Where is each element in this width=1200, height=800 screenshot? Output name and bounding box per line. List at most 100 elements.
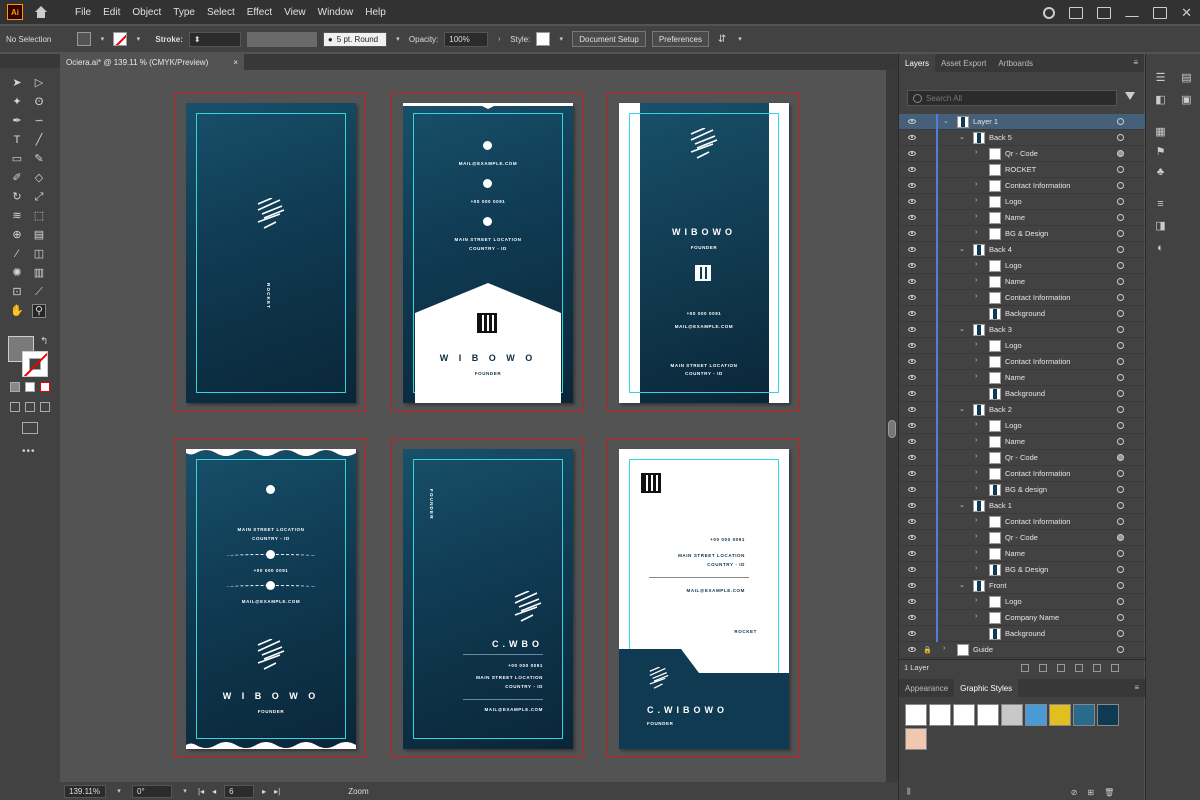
swatches-icon[interactable]: ▣	[1180, 94, 1193, 107]
new-layer-icon[interactable]	[1093, 664, 1101, 672]
target-icon[interactable]	[1117, 518, 1124, 525]
visibility-eye-icon[interactable]	[908, 231, 916, 236]
lock-toggle[interactable]	[923, 498, 933, 514]
style-library-icon[interactable]: ⫼	[907, 787, 911, 797]
layer-row[interactable]: › Company Name	[899, 610, 1145, 626]
screen-mode-icon[interactable]	[22, 422, 38, 434]
chevron-right-icon[interactable]: ›	[975, 373, 977, 380]
scale-tool-icon[interactable]: ⤢	[32, 190, 46, 204]
brush-definition[interactable]: ● 5 pt. Round	[322, 31, 387, 47]
visibility-eye-icon[interactable]	[908, 551, 916, 556]
target-icon[interactable]	[1117, 278, 1124, 285]
target-icon[interactable]	[1117, 534, 1124, 541]
layer-row[interactable]: ⌄ Layer 1	[899, 114, 1145, 130]
target-icon[interactable]	[1117, 118, 1124, 125]
target-icon[interactable]	[1117, 150, 1124, 157]
lock-toggle[interactable]	[923, 402, 933, 418]
chevron-right-icon[interactable]: ›	[975, 229, 977, 236]
artboard-3[interactable]: WIBOWO FOUNDER +00 000 0091 MAIL@EXAMPLE…	[607, 92, 799, 412]
target-icon[interactable]	[1117, 166, 1124, 173]
menu-window[interactable]: Window	[312, 7, 360, 18]
target-icon[interactable]	[1117, 262, 1124, 269]
menu-help[interactable]: Help	[359, 7, 392, 18]
layer-row[interactable]: Background	[899, 626, 1145, 642]
lock-toggle[interactable]	[923, 466, 933, 482]
graphic-style-swatch[interactable]	[953, 704, 975, 726]
chevron-right-icon[interactable]: ›	[975, 421, 977, 428]
menu-type[interactable]: Type	[167, 7, 201, 18]
layer-row[interactable]: ⌄ Back 5	[899, 130, 1145, 146]
artboard-4[interactable]: MAIN STREET LOCATION COUNTRY - ID +00 00…	[174, 438, 366, 758]
properties-icon[interactable]: ☰	[1154, 72, 1167, 85]
hand-tool-icon[interactable]: ✋	[10, 304, 24, 318]
rectangle-tool-icon[interactable]: ▭	[10, 152, 24, 166]
color-icon[interactable]: ◧	[1154, 94, 1167, 107]
lock-toggle[interactable]	[923, 514, 933, 530]
artboard-tool-icon[interactable]: ⊡	[10, 285, 24, 299]
workspace-icon[interactable]	[1097, 7, 1112, 19]
libraries-icon[interactable]: ▤	[1180, 72, 1193, 85]
target-icon[interactable]	[1117, 422, 1124, 429]
layer-row[interactable]: › Logo	[899, 594, 1145, 610]
vertical-scroll-thumb[interactable]	[888, 420, 896, 438]
target-icon[interactable]	[1117, 406, 1124, 413]
layer-row[interactable]: › Contact Information	[899, 466, 1145, 482]
fill-dropdown[interactable]: ▾	[97, 32, 107, 46]
visibility-eye-icon[interactable]	[908, 199, 916, 204]
chevron-down-icon[interactable]: ⌄	[943, 117, 949, 125]
layer-row[interactable]: › Contact Information	[899, 354, 1145, 370]
graphic-style-swatch[interactable]	[1097, 704, 1119, 726]
tab-layers[interactable]: Layers	[899, 54, 936, 72]
visibility-eye-icon[interactable]	[908, 263, 916, 268]
chevron-right-icon[interactable]: ›	[975, 597, 977, 604]
visibility-eye-icon[interactable]	[908, 119, 916, 124]
menu-file[interactable]: File	[69, 7, 97, 18]
lock-toggle[interactable]	[923, 242, 933, 258]
visibility-eye-icon[interactable]	[908, 615, 916, 620]
visibility-eye-icon[interactable]	[908, 391, 916, 396]
tab-graphic-styles[interactable]: Graphic Styles	[954, 679, 1019, 697]
canvas[interactable]: ROCKET MAIL@EXAMPLE.COM +00 000 0091 MAI…	[60, 70, 886, 782]
lock-toggle[interactable]	[923, 146, 933, 162]
zoom-tool-icon[interactable]: ⚲	[32, 304, 46, 318]
chevron-right-icon[interactable]: ›	[975, 149, 977, 156]
target-icon[interactable]	[1117, 566, 1124, 573]
chevron-right-icon[interactable]: ›	[975, 197, 977, 204]
lock-toggle[interactable]	[923, 290, 933, 306]
lock-toggle[interactable]	[923, 482, 933, 498]
blend-tool-icon[interactable]: ◫	[32, 247, 46, 261]
target-icon[interactable]	[1117, 214, 1124, 221]
chevron-right-icon[interactable]: ›	[975, 517, 977, 524]
target-icon[interactable]	[1117, 294, 1124, 301]
visibility-eye-icon[interactable]	[908, 183, 916, 188]
tab-asset-export[interactable]: Asset Export	[935, 54, 992, 72]
visibility-eye-icon[interactable]	[908, 455, 916, 460]
slice-tool-icon[interactable]: ⟋	[32, 285, 46, 299]
layer-row[interactable]: › Name	[899, 210, 1145, 226]
zoom-field[interactable]: 139.11%	[64, 784, 106, 798]
lock-toggle[interactable]	[923, 194, 933, 210]
export-icon[interactable]	[1021, 664, 1029, 672]
visibility-eye-icon[interactable]	[908, 167, 916, 172]
graphic-style-swatch[interactable]	[1001, 704, 1023, 726]
layer-row[interactable]: ⌄ Front	[899, 578, 1145, 594]
menu-effect[interactable]: Effect	[241, 7, 278, 18]
target-icon[interactable]	[1117, 182, 1124, 189]
layer-row[interactable]: › Qr - Code	[899, 146, 1145, 162]
lock-toggle[interactable]	[923, 418, 933, 434]
target-icon[interactable]	[1117, 230, 1124, 237]
target-icon[interactable]	[1117, 358, 1124, 365]
layer-row[interactable]: 🔒 › Guide	[899, 642, 1145, 658]
shape-builder-tool-icon[interactable]: ⊕	[10, 228, 24, 242]
layer-row[interactable]: › Qr - Code	[899, 450, 1145, 466]
preferences-button[interactable]: Preferences	[651, 31, 710, 47]
visibility-eye-icon[interactable]	[908, 407, 916, 412]
lock-toggle[interactable]: 🔒	[923, 642, 933, 658]
symbols-icon[interactable]: ♣	[1154, 166, 1167, 179]
rotate-tool-icon[interactable]: ↻	[10, 190, 24, 204]
paintbrush-tool-icon[interactable]: ✎	[32, 152, 46, 166]
target-icon[interactable]	[1117, 582, 1124, 589]
chevron-right-icon[interactable]: ›	[975, 261, 977, 268]
delete-icon[interactable]	[1111, 664, 1119, 672]
layers-search-input[interactable]: Search All	[907, 90, 1117, 106]
